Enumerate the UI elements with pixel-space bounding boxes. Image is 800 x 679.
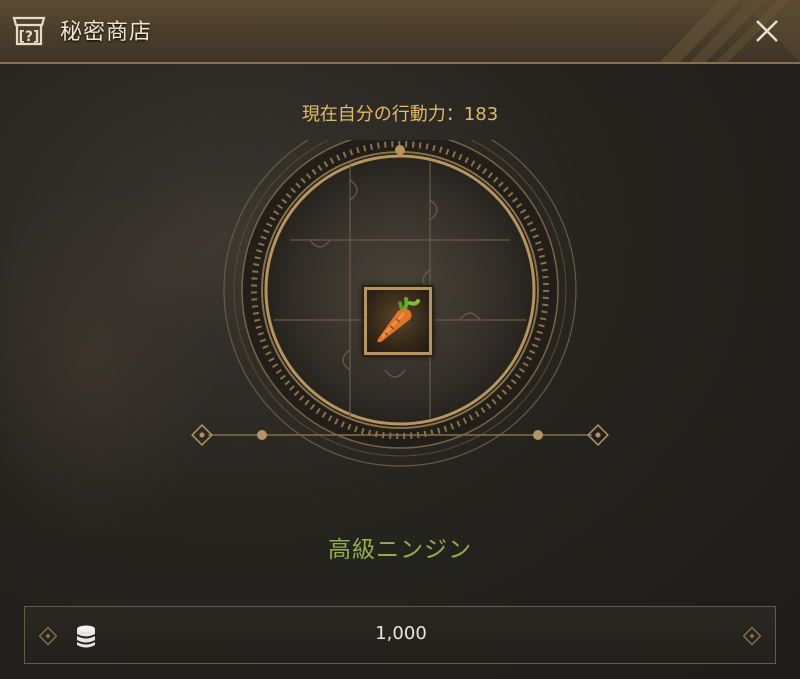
shop-icon: [?] xyxy=(12,16,46,46)
window-title: 秘密商店 xyxy=(60,20,153,45)
item-name: 高級ニンジン xyxy=(328,537,472,563)
diamond-ornament-icon xyxy=(743,627,761,645)
item-slot[interactable] xyxy=(364,287,432,355)
title-bar: [?] 秘密商店 xyxy=(0,0,800,64)
price-value: 1,000 xyxy=(375,623,427,644)
price-bar[interactable]: 1,000 xyxy=(24,606,776,664)
action-points-label: 現在自分の行動力：183 xyxy=(301,104,499,125)
close-icon xyxy=(756,20,778,42)
svg-text:[?]: [?] xyxy=(19,29,40,45)
secret-shop-window: [?] 秘密商店 現在自分の行動力：183 高級ニンジン 1,000 xyxy=(0,0,800,679)
carrot-icon xyxy=(377,297,420,343)
close-button[interactable] xyxy=(752,16,782,46)
